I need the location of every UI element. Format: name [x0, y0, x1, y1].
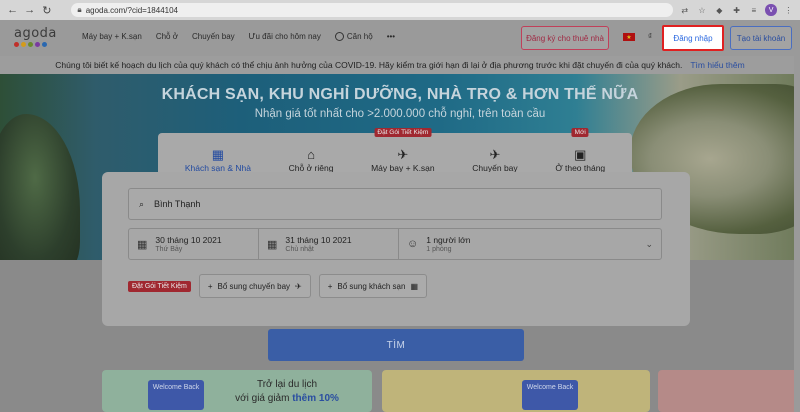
- logo-dot: [28, 42, 33, 47]
- nav-flights[interactable]: Chuyến bay: [192, 32, 235, 41]
- nav-flight-hotel[interactable]: Máy bay + K.sạn: [82, 32, 142, 41]
- package-options: Đặt Gói Tiết Kiệm + Bổ sung chuyến bay ✈…: [128, 274, 428, 298]
- vietnam-flag-icon[interactable]: ★: [623, 33, 635, 41]
- profile-avatar[interactable]: V: [765, 4, 777, 16]
- plane-icon: ✈: [295, 281, 302, 291]
- destination-value: Bình Thạnh: [154, 199, 201, 209]
- checkout-field[interactable]: ▦ 31 tháng 10 2021 Chủ nhật: [259, 229, 399, 259]
- add-hotel-button[interactable]: + Bổ sung khách sạn ▦: [318, 274, 428, 298]
- nav-stays[interactable]: Chỗ ở: [156, 32, 178, 41]
- hotel-icon: ▦: [410, 281, 419, 291]
- logo-dot: [14, 42, 19, 47]
- logo-dot: [21, 42, 26, 47]
- covid-text: Chúng tôi biết kế hoạch du lịch của quý …: [55, 60, 683, 70]
- menu-dots-icon[interactable]: ⋮: [783, 4, 794, 16]
- promo-text: Trở lại du lịch với giá giảm thêm 10%: [235, 379, 339, 404]
- calendar-icon: ▦: [137, 238, 148, 251]
- globe-icon: [334, 32, 344, 41]
- covid-banner: Chúng tôi biết kế hoạch du lịch của quý …: [0, 56, 800, 74]
- dates-guests-row: ▦ 30 tháng 10 2021 Thứ Bảy ▦ 31 tháng 10…: [128, 228, 662, 260]
- welcome-back-badge: Welcome Back: [522, 380, 578, 410]
- checkin-field[interactable]: ▦ 30 tháng 10 2021 Thứ Bảy: [129, 229, 259, 259]
- translate-icon[interactable]: ⇄: [679, 4, 690, 16]
- search-submit-button[interactable]: TÌM: [268, 329, 524, 361]
- logo-text: agoda: [14, 26, 57, 41]
- welcome-back-badge: Welcome Back: [148, 380, 204, 410]
- plane-icon: ✈: [489, 147, 501, 162]
- reading-list-icon[interactable]: ≡: [748, 4, 759, 16]
- plus-icon: +: [327, 281, 333, 291]
- covid-learn-more-link[interactable]: Tìm hiểu thêm: [690, 60, 744, 70]
- logo-dot: [42, 42, 47, 47]
- promo-card[interactable]: Welcome Back: [382, 370, 650, 412]
- calendar-icon: ▦: [267, 238, 278, 251]
- currency-selector[interactable]: ₫: [648, 32, 652, 41]
- logo-dot: [35, 42, 40, 47]
- site-header: agoda Máy bay + K.sạn Chỗ ở Chuyến bay Ư…: [0, 20, 800, 56]
- puzzle-icon[interactable]: ✚: [731, 4, 742, 16]
- forward-icon[interactable]: →: [23, 3, 36, 17]
- address-bar[interactable]: 🔒︎ agoda.com/?cid=1844104: [71, 3, 674, 17]
- agoda-logo[interactable]: agoda: [14, 26, 60, 52]
- promo-card[interactable]: Welcome Back Trở lại du lịch với giá giả…: [102, 370, 372, 412]
- calendar-icon: ▣: [574, 147, 587, 162]
- search-icon: ⌕: [139, 198, 145, 209]
- url-text: agoda.com/?cid=1844104: [85, 5, 178, 15]
- new-badge: Mới: [571, 128, 589, 137]
- hero-title: KHÁCH SẠN, KHU NGHỈ DƯỠNG, NHÀ TRỌ & HƠN…: [161, 86, 639, 103]
- reload-icon[interactable]: ↻: [40, 3, 53, 17]
- main-nav: Máy bay + K.sạn Chỗ ở Chuyến bay Ưu đãi …: [82, 32, 395, 41]
- promo-card[interactable]: [658, 370, 800, 412]
- building-icon: ▦: [211, 147, 225, 162]
- plus-icon: +: [207, 281, 213, 291]
- agoda-page: agoda Máy bay + K.sạn Chỗ ở Chuyến bay Ư…: [0, 20, 800, 412]
- search-panel: ⌕ Bình Thạnh ▦ 30 tháng 10 2021 Thứ Bảy …: [102, 172, 690, 326]
- hero-cliff-image: [0, 114, 80, 260]
- extension-icon[interactable]: ◆: [714, 4, 725, 16]
- browser-toolbar: ← → ↻ 🔒︎ agoda.com/?cid=1844104 ⇄ ☆ ◆ ✚ …: [0, 0, 800, 20]
- host-signup-button[interactable]: Đăng ký cho thuê nhà: [521, 26, 609, 50]
- hero-subtitle: Nhận giá tốt nhất cho >2.000.000 chỗ ngh…: [254, 108, 546, 120]
- package-save-badge: Đặt Gói Tiết Kiệm: [128, 280, 191, 292]
- signup-button[interactable]: Tạo tài khoản: [730, 26, 792, 50]
- nav-deals[interactable]: Ưu đãi cho hôm nay: [249, 32, 321, 41]
- chevron-down-icon: ⌄: [645, 238, 653, 249]
- plane-hotel-icon: ✈: [397, 147, 409, 162]
- package-save-badge: Đặt Gói Tiết Kiệm: [374, 128, 432, 137]
- add-flight-button[interactable]: + Bổ sung chuyến bay ✈: [198, 274, 311, 298]
- nav-apartments[interactable]: Căn hộ: [334, 32, 373, 41]
- house-icon: ⌂: [307, 147, 315, 162]
- nav-more-button[interactable]: •••: [387, 32, 395, 41]
- bookmark-star-icon[interactable]: ☆: [696, 4, 707, 16]
- login-button[interactable]: Đăng nhập: [662, 25, 724, 51]
- logo-dots: [14, 42, 60, 47]
- lock-icon: 🔒︎: [77, 5, 82, 14]
- guests-field[interactable]: ☺ 1 người lớn 1 phòng ⌄: [399, 229, 661, 259]
- person-icon: ☺: [407, 238, 419, 250]
- page-scrollbar[interactable]: [794, 20, 800, 412]
- back-icon[interactable]: ←: [6, 3, 19, 17]
- destination-input[interactable]: ⌕ Bình Thạnh: [128, 188, 662, 220]
